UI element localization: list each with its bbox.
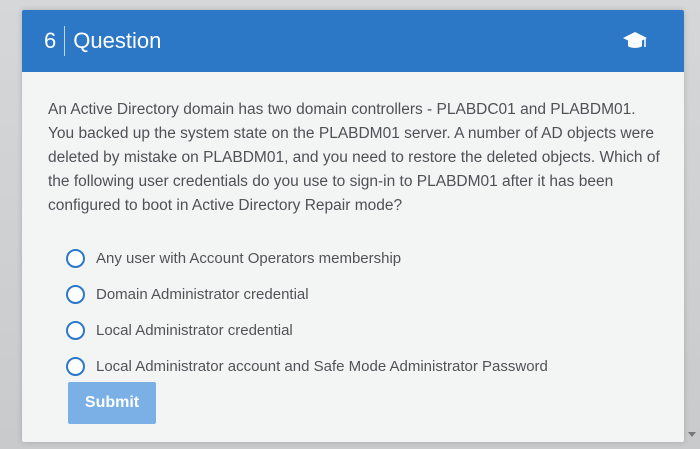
radio-button[interactable] xyxy=(66,248,85,268)
answer-option-2[interactable]: Domain Administrator credential xyxy=(48,276,660,312)
graduation-cap-icon xyxy=(623,32,647,48)
answer-option-label: Local Administrator credential xyxy=(96,321,293,339)
question-card: 6 Question An Active Directory domain ha… xyxy=(22,10,684,442)
submit-button[interactable]: Submit xyxy=(68,382,156,424)
question-heading: Question xyxy=(73,28,162,53)
answer-options: Any user with Account Operators membersh… xyxy=(48,240,660,384)
answer-option-1[interactable]: Any user with Account Operators membersh… xyxy=(48,240,660,276)
answer-option-label: Local Administrator account and Safe Mod… xyxy=(96,357,548,375)
answer-option-label: Any user with Account Operators membersh… xyxy=(96,249,402,267)
radio-button[interactable] xyxy=(66,284,85,304)
question-text: An Active Directory domain has two domai… xyxy=(48,101,660,214)
question-content: An Active Directory domain has two domai… xyxy=(48,98,660,384)
answer-option-label: Domain Administrator credential xyxy=(96,285,309,303)
answer-option-3[interactable]: Local Administrator credential xyxy=(48,312,660,348)
radio-button[interactable] xyxy=(66,356,85,376)
answer-option-4[interactable]: Local Administrator account and Safe Mod… xyxy=(48,348,660,384)
question-header: 6 Question xyxy=(22,10,684,72)
radio-button[interactable] xyxy=(66,320,85,340)
scroll-down-arrow-icon[interactable] xyxy=(688,432,696,437)
question-number: 6 xyxy=(44,26,66,56)
